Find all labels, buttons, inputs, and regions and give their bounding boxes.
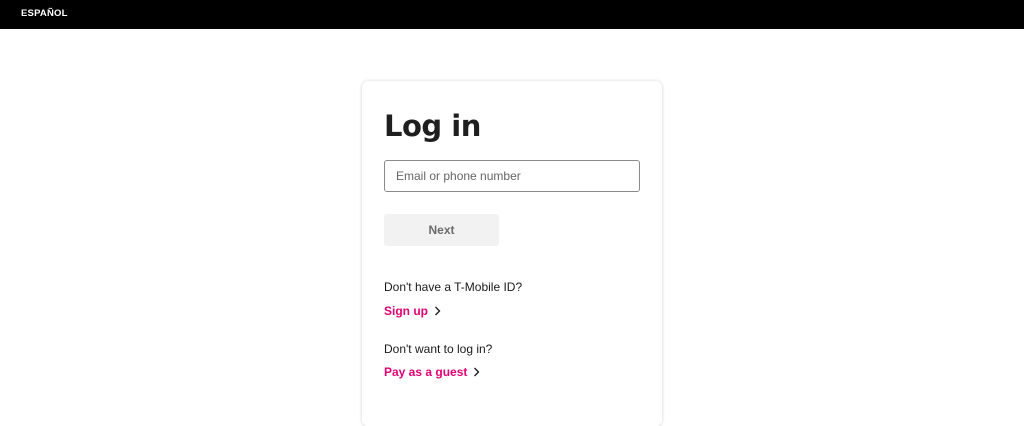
sign-up-link-label: Sign up (384, 304, 428, 318)
page-title: Log in (384, 109, 481, 143)
email-or-phone-input[interactable] (384, 160, 640, 192)
sign-up-link[interactable]: Sign up (384, 304, 441, 318)
guest-prompt: Don't want to log in? (384, 342, 493, 356)
identifier-field-wrapper (384, 160, 640, 192)
language-switch-link[interactable]: ESPAÑOL (21, 8, 68, 19)
pay-as-guest-link[interactable]: Pay as a guest (384, 365, 480, 379)
login-card: Log in Next Don't have a T-Mobile ID? Si… (362, 81, 662, 426)
pay-as-guest-link-label: Pay as a guest (384, 365, 468, 379)
next-button[interactable]: Next (384, 214, 499, 246)
signup-prompt: Don't have a T-Mobile ID? (384, 280, 523, 294)
top-bar: ESPAÑOL (0, 0, 1024, 29)
chevron-right-icon (435, 306, 441, 316)
chevron-right-icon (474, 367, 480, 377)
